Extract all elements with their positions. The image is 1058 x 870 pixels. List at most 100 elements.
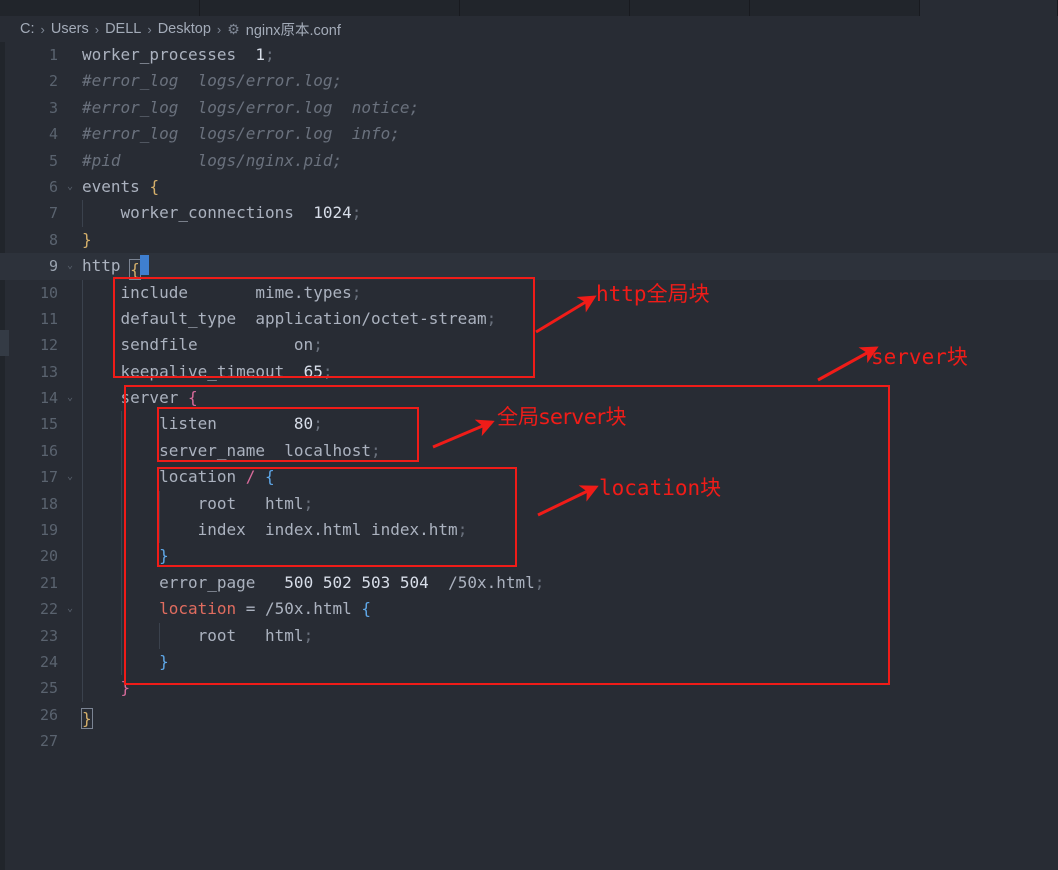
code-token: #pid logs/nginx.pid; [82, 151, 342, 170]
code-line-text: root html; [82, 623, 313, 649]
line-number: 21 [0, 570, 58, 596]
breadcrumb-separator: › [41, 22, 45, 37]
code-token [255, 467, 265, 486]
chevron-down-icon[interactable]: ⌄ [63, 596, 77, 622]
line-number: 13 [0, 359, 58, 385]
line-number: 14 [0, 385, 58, 411]
code-editor-window: C: › Users › DELL › Desktop › ⚙ nginx原本.… [0, 0, 1058, 870]
code-line[interactable]: 27 [0, 728, 1058, 754]
line-number: 16 [0, 438, 58, 464]
code-token: worker_processes [82, 45, 236, 64]
code-token: default_type application/octet-stream [82, 309, 487, 328]
editor-tab-3[interactable] [630, 0, 750, 16]
code-line[interactable]: 13 keepalive_timeout 65; [0, 359, 1058, 385]
chevron-down-icon[interactable]: ⌄ [63, 253, 77, 279]
code-line[interactable]: 9⌄http { [0, 253, 1058, 279]
code-token [82, 599, 159, 618]
editor-tab-0[interactable] [0, 0, 200, 16]
code-line-text: events { [82, 174, 159, 200]
code-token: ; [487, 309, 497, 328]
editor-tab-5[interactable] [920, 0, 1058, 16]
code-line[interactable]: 24 } [0, 649, 1058, 675]
code-line[interactable]: 17⌄ location / { [0, 464, 1058, 490]
code-line-text: include mime.types; [82, 280, 361, 306]
line-number: 5 [0, 148, 58, 174]
code-line[interactable]: 4 #error_log logs/error.log info; [0, 121, 1058, 147]
breadcrumb-item-dell[interactable]: DELL [105, 21, 141, 37]
breadcrumb-item-drive[interactable]: C: [20, 21, 35, 37]
code-token: include mime.types [82, 283, 352, 302]
code-token: #error_log logs/error.log notice; [82, 98, 419, 117]
code-line[interactable]: 25 } [0, 675, 1058, 701]
editor-tab-2[interactable] [460, 0, 630, 16]
code-token: 1 [255, 45, 265, 64]
code-line-text: listen 80; [82, 411, 323, 437]
code-token: { [361, 599, 371, 618]
editor-tab-1[interactable] [200, 0, 460, 16]
code-line[interactable]: 21 error_page 500 502 503 504 /50x.html; [0, 570, 1058, 596]
code-line-text: worker_connections 1024; [82, 200, 361, 226]
code-token: = /50x.html [236, 599, 361, 618]
code-token: server [82, 388, 188, 407]
code-token: index index.html index.htm [82, 520, 458, 539]
code-line[interactable]: 8} [0, 227, 1058, 253]
line-number: 4 [0, 121, 58, 147]
text-cursor [140, 255, 149, 275]
code-content[interactable]: 1worker_processes 1;2#error_log logs/err… [0, 42, 1058, 870]
line-number: 11 [0, 306, 58, 332]
code-line[interactable]: 11 default_type application/octet-stream… [0, 306, 1058, 332]
breadcrumb-item-users[interactable]: Users [51, 21, 89, 37]
code-token: ; [265, 45, 275, 64]
code-line-text: } [82, 675, 130, 701]
code-line[interactable]: 7 worker_connections 1024; [0, 200, 1058, 226]
code-token [82, 652, 159, 671]
code-line[interactable]: 15 listen 80; [0, 411, 1058, 437]
code-line[interactable]: 22⌄ location = /50x.html { [0, 596, 1058, 622]
code-line[interactable]: 1 worker_processes 1; [0, 42, 1058, 68]
code-token: server_name localhost [82, 441, 371, 460]
breadcrumb-item-file[interactable]: nginx原本.conf [246, 19, 341, 40]
code-token: } [159, 546, 169, 565]
code-line[interactable]: 20 } [0, 543, 1058, 569]
code-line[interactable]: 5 #pid logs/nginx.pid; [0, 148, 1058, 174]
code-line[interactable]: 18 root html; [0, 491, 1058, 517]
code-line[interactable]: 6⌄events { [0, 174, 1058, 200]
breadcrumb[interactable]: C: › Users › DELL › Desktop › ⚙ nginx原本.… [0, 16, 1058, 42]
code-token: { [188, 388, 198, 407]
code-line[interactable]: 23 root html; [0, 623, 1058, 649]
chevron-down-icon[interactable]: ⌄ [63, 174, 77, 200]
editor-tab-strip[interactable] [0, 0, 1058, 16]
line-number: 10 [0, 280, 58, 306]
code-line[interactable]: 12 sendfile on; [0, 332, 1058, 358]
code-line-text: sendfile on; [82, 332, 323, 358]
code-line-text: location = /50x.html { [82, 596, 371, 622]
code-token: /50x.html [429, 573, 535, 592]
code-token: / [246, 467, 256, 486]
line-number: 3 [0, 95, 58, 121]
code-line[interactable]: 14⌄ server { [0, 385, 1058, 411]
code-line[interactable]: 2#error_log logs/error.log; [0, 68, 1058, 94]
code-line[interactable]: 26} [0, 702, 1058, 728]
breadcrumb-item-desktop[interactable]: Desktop [158, 21, 211, 37]
code-token: { [130, 260, 140, 279]
code-line[interactable]: 3 #error_log logs/error.log notice; [0, 95, 1058, 121]
code-line[interactable]: 19 index index.html index.htm; [0, 517, 1058, 543]
code-token: ; [352, 203, 362, 222]
code-line-text: keepalive_timeout 65; [82, 359, 332, 385]
chevron-down-icon[interactable]: ⌄ [63, 464, 77, 490]
code-token: } [82, 709, 92, 728]
code-token: location [82, 467, 246, 486]
line-number: 1 [0, 42, 58, 68]
chevron-down-icon[interactable]: ⌄ [63, 385, 77, 411]
code-token: #error_log logs/error.log info; [82, 124, 400, 143]
code-token: keepalive_timeout [82, 362, 304, 381]
line-number: 2 [0, 68, 58, 94]
code-token [236, 45, 255, 64]
editor-tab-4[interactable] [750, 0, 920, 16]
code-line[interactable]: 10 include mime.types; [0, 280, 1058, 306]
code-line[interactable]: 16 server_name localhost; [0, 438, 1058, 464]
breadcrumb-separator: › [147, 22, 151, 37]
line-number: 22 [0, 596, 58, 622]
code-token [82, 546, 159, 565]
code-token: root html [82, 494, 304, 513]
